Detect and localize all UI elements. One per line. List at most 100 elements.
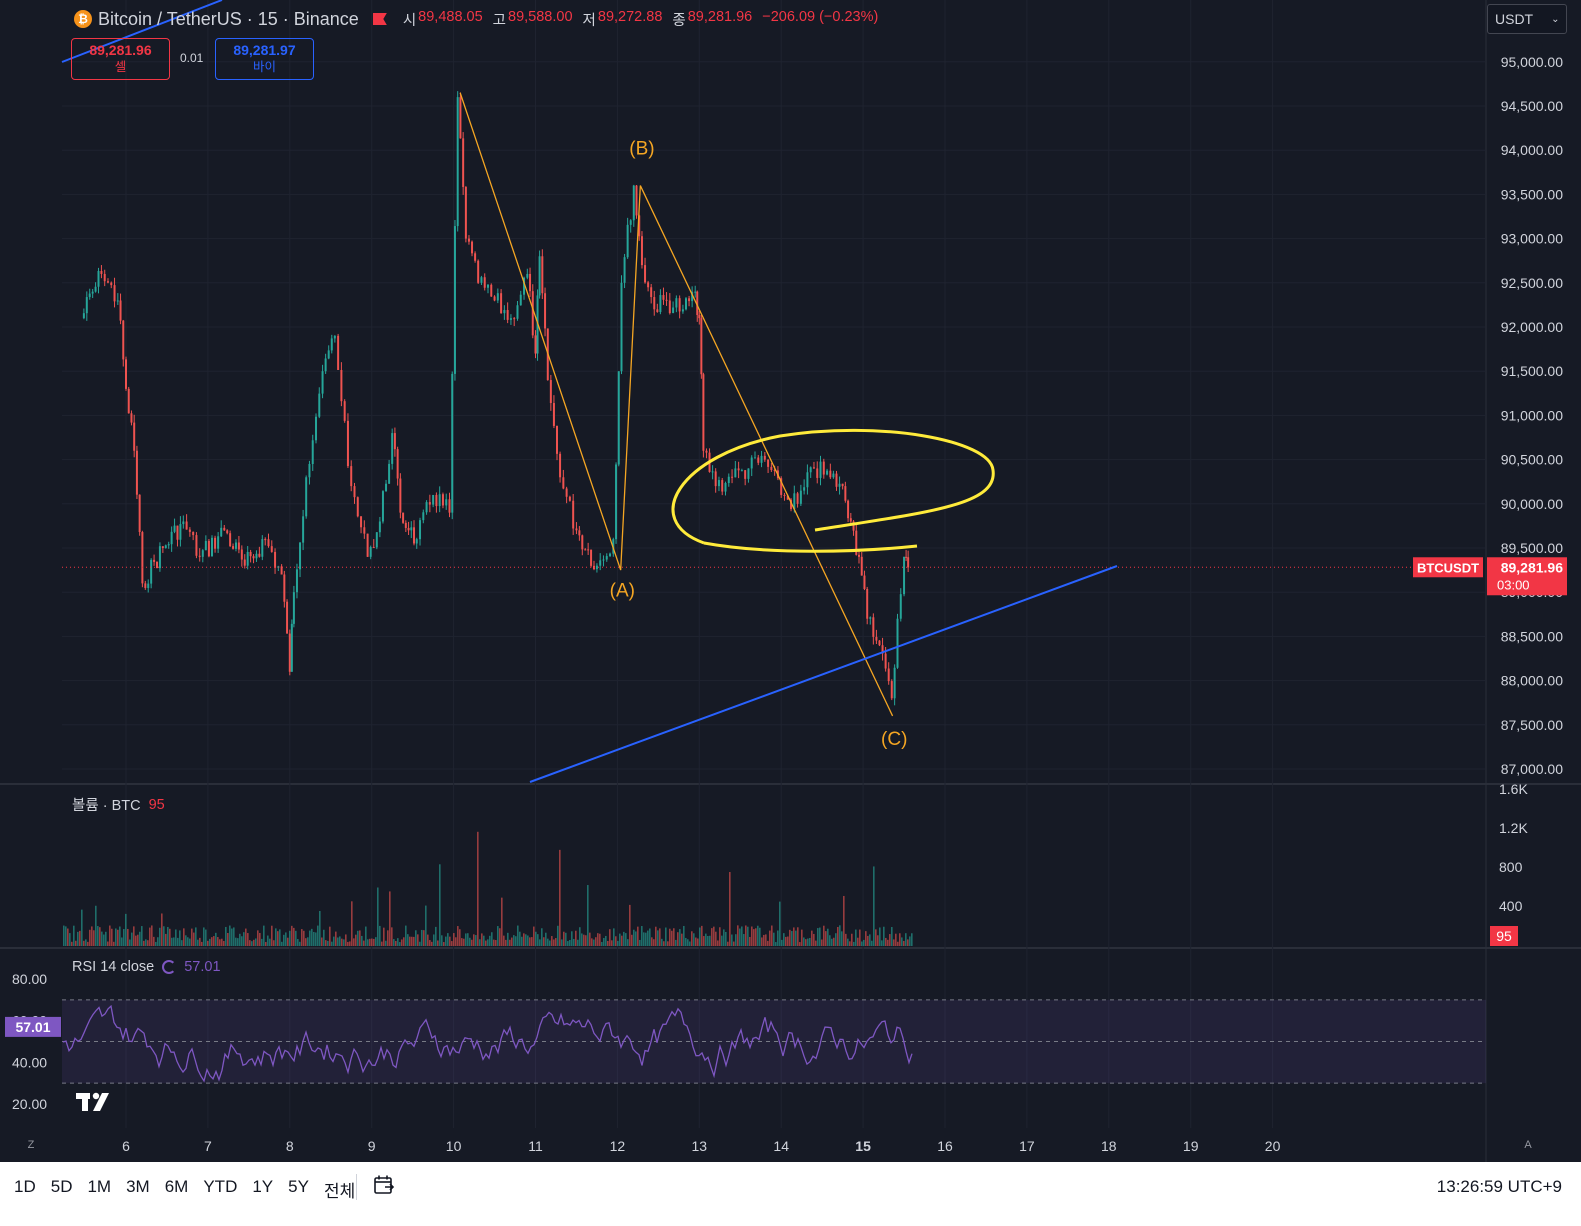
volume-bar <box>571 931 573 946</box>
timeframe-1m[interactable]: 1M <box>87 1177 111 1202</box>
volume-bar <box>707 935 709 946</box>
volume-bar <box>677 932 679 946</box>
volume-bar <box>853 941 855 946</box>
timeframe-all[interactable]: 전체 <box>324 1177 355 1202</box>
chart-canvas[interactable]: 95,000.00 94,500.00 94,000.00 93,500.00 93,0… <box>0 0 1581 1162</box>
volume-bar <box>475 935 477 946</box>
volume-bar <box>155 941 157 946</box>
candle-body <box>841 483 844 487</box>
candle-body <box>158 546 161 569</box>
candle-body <box>366 533 369 557</box>
high-label: 고 <box>492 12 507 29</box>
volume-bar <box>821 939 823 946</box>
candle-body <box>770 466 773 471</box>
candle-body <box>678 298 681 312</box>
price-tick-label: 87,000.00 <box>1501 761 1563 777</box>
volume-bar <box>517 925 519 946</box>
candle-body <box>665 299 668 301</box>
timeframe-ytd[interactable]: YTD <box>203 1177 237 1202</box>
volume-bar <box>467 933 469 946</box>
refresh-icon[interactable] <box>162 960 177 974</box>
volume-bar <box>509 939 511 946</box>
time-tick-label: 20 <box>1265 1138 1281 1154</box>
volume-bar <box>513 935 515 946</box>
candle-body <box>85 297 88 314</box>
volume-bar <box>747 926 749 946</box>
wave-label: (A) <box>610 581 635 602</box>
open-label: 시 <box>402 12 417 29</box>
timeframe-5y[interactable]: 5Y <box>288 1177 309 1202</box>
candle-body <box>724 482 727 492</box>
rsi-last-tag: 57.01 <box>15 1019 50 1035</box>
volume-bar <box>755 928 757 946</box>
volume-bar <box>617 940 619 946</box>
volume-bar <box>375 937 377 946</box>
candle-body <box>721 480 724 492</box>
volume-bar <box>649 928 651 946</box>
clock-readout[interactable]: 13:26:59 UTC+9 <box>1437 1177 1562 1197</box>
candle-body <box>534 335 537 354</box>
candle-body <box>413 527 416 544</box>
volume-bar <box>799 942 801 946</box>
flag-icon[interactable] <box>372 13 387 25</box>
volume-bar <box>73 925 75 946</box>
volume-bar <box>149 927 151 946</box>
candle-body <box>835 473 838 487</box>
volume-bar <box>679 929 681 946</box>
volume-bar <box>865 931 867 946</box>
auto-scale-icon[interactable]: Z <box>21 1135 41 1155</box>
candle-body <box>757 457 760 463</box>
volume-bar <box>217 937 219 946</box>
volume-bar <box>703 936 705 946</box>
candle-body <box>668 300 671 314</box>
timeframe-1d[interactable]: 1D <box>14 1177 36 1202</box>
tradingview-logo-icon[interactable] <box>76 1091 116 1113</box>
timeframe-5d[interactable]: 5D <box>51 1177 73 1202</box>
volume-bar <box>481 933 483 946</box>
currency-select[interactable]: USDT ⌄ <box>1487 4 1567 34</box>
candle-body <box>391 433 394 464</box>
auto-fit-icon[interactable]: A <box>1518 1135 1538 1155</box>
buy-button[interactable]: 89,281.97 바이 <box>215 38 314 80</box>
volume-bar <box>135 935 137 946</box>
rsi-label[interactable]: RSI 14 close <box>72 959 154 975</box>
volume-bar <box>241 936 243 946</box>
time-tick-label: 16 <box>937 1138 953 1154</box>
candle-body <box>141 532 144 584</box>
volume-bar <box>623 931 625 946</box>
sell-button[interactable]: 89,281.96 셀 <box>71 38 170 80</box>
volume-bar <box>275 928 277 946</box>
candle-body <box>896 618 899 668</box>
volume-last-tag: 95 <box>1496 928 1512 944</box>
volume-bar <box>279 929 281 946</box>
symbol-title[interactable]: Bitcoin / TetherUS · 15 · Binance <box>98 9 359 30</box>
volume-bar <box>699 927 701 946</box>
volume-label[interactable]: 볼륨 · BTC <box>72 794 141 815</box>
price-tick-label: 94,500.00 <box>1501 98 1563 114</box>
calendar-goto-icon[interactable] <box>372 1173 396 1197</box>
volume-bar <box>797 927 799 946</box>
volume-bar <box>341 938 343 946</box>
candle-body <box>640 236 643 266</box>
candle-body <box>844 486 847 501</box>
candle-body <box>806 472 809 488</box>
timeframe-6m[interactable]: 6M <box>165 1177 189 1202</box>
timeframe-3m[interactable]: 3M <box>126 1177 150 1202</box>
volume-bar <box>463 938 465 946</box>
sell-price: 89,281.96 <box>89 42 152 58</box>
timeframe-1y[interactable]: 1Y <box>252 1177 273 1202</box>
volume-bar <box>307 937 309 946</box>
candle-body <box>130 413 133 423</box>
volume-bar <box>99 927 101 946</box>
open-value: 89,488.05 <box>418 8 483 25</box>
volume-bar <box>735 934 737 946</box>
candle-body <box>156 561 159 569</box>
candle-body <box>261 539 264 557</box>
volume-bar <box>505 939 507 946</box>
volume-bar <box>123 929 125 946</box>
candle-body <box>812 467 815 469</box>
volume-bar <box>823 925 825 946</box>
volume-bar <box>373 938 375 946</box>
volume-bar <box>793 927 795 946</box>
candle-body <box>170 531 173 545</box>
